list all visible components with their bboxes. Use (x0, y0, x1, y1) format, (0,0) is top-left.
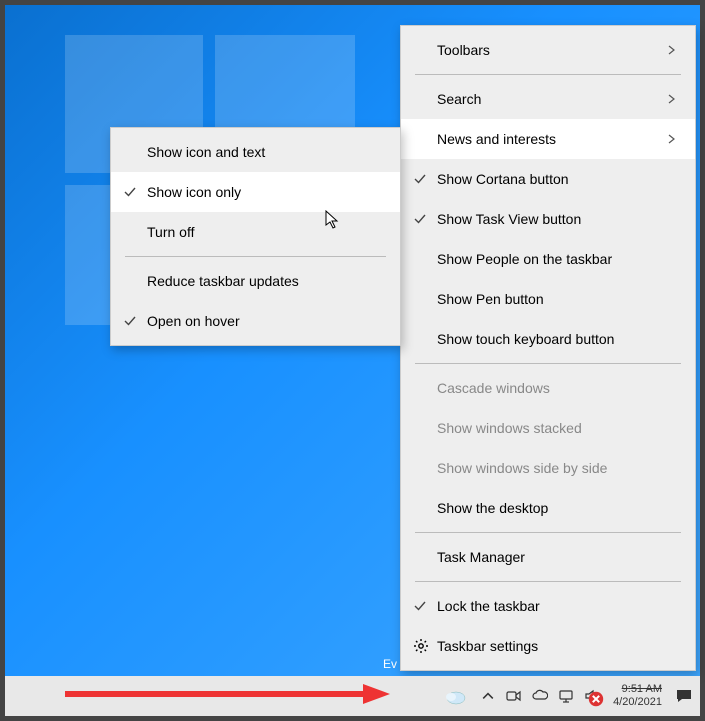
separator (415, 532, 681, 533)
menu-people[interactable]: Show People on the taskbar (401, 239, 695, 279)
menu-label: Lock the taskbar (437, 598, 677, 614)
network-icon[interactable] (557, 687, 575, 705)
menu-label: Show windows side by side (437, 460, 677, 476)
separator (415, 581, 681, 582)
chevron-right-icon (667, 42, 677, 58)
menu-task-manager[interactable]: Task Manager (401, 537, 695, 577)
menu-label: News and interests (437, 131, 667, 147)
menu-cortana[interactable]: Show Cortana button (401, 159, 695, 199)
meet-now-icon[interactable] (505, 687, 523, 705)
menu-label: Show windows stacked (437, 420, 677, 436)
news-interests-submenu: Show icon and text Show icon only Turn o… (110, 127, 401, 346)
menu-cascade: Cascade windows (401, 368, 695, 408)
menu-stacked: Show windows stacked (401, 408, 695, 448)
onedrive-icon[interactable] (531, 687, 549, 705)
clock-date: 4/20/2021 (613, 696, 662, 709)
tray-chevron-up-icon[interactable] (479, 687, 497, 705)
menu-lock-taskbar[interactable]: Lock the taskbar (401, 586, 695, 626)
menu-label: Show Task View button (437, 211, 677, 227)
chevron-right-icon (667, 131, 677, 147)
menu-label: Show Cortana button (437, 171, 677, 187)
news-weather-icon[interactable] (441, 683, 471, 709)
menu-label: Toolbars (437, 42, 667, 58)
submenu-icon-text[interactable]: Show icon and text (111, 132, 400, 172)
menu-label: Taskbar settings (437, 638, 677, 654)
menu-label: Open on hover (147, 313, 382, 329)
menu-label: Show People on the taskbar (437, 251, 677, 267)
check-icon (123, 314, 147, 328)
submenu-open-on-hover[interactable]: Open on hover (111, 301, 400, 341)
chevron-right-icon (667, 91, 677, 107)
menu-news-interests[interactable]: News and interests (401, 119, 695, 159)
gear-icon (413, 638, 437, 654)
menu-label: Turn off (147, 224, 382, 240)
menu-label: Show icon only (147, 184, 382, 200)
menu-taskview[interactable]: Show Task View button (401, 199, 695, 239)
submenu-reduce-updates[interactable]: Reduce taskbar updates (111, 261, 400, 301)
menu-touch-keyboard[interactable]: Show touch keyboard button (401, 319, 695, 359)
check-icon (413, 172, 437, 186)
menu-show-desktop[interactable]: Show the desktop (401, 488, 695, 528)
menu-sidebyside: Show windows side by side (401, 448, 695, 488)
submenu-icon-only[interactable]: Show icon only (111, 172, 400, 212)
menu-label: Show the desktop (437, 500, 677, 516)
taskbar-context-menu: Toolbars Search News and interests Show … (400, 25, 696, 671)
submenu-turn-off[interactable]: Turn off (111, 212, 400, 252)
menu-label: Search (437, 91, 667, 107)
check-icon (123, 185, 147, 199)
menu-label: Cascade windows (437, 380, 677, 396)
menu-label: Show icon and text (147, 144, 382, 160)
check-icon (413, 599, 437, 613)
separator (125, 256, 386, 257)
menu-label: Show touch keyboard button (437, 331, 677, 347)
menu-label: Show Pen button (437, 291, 677, 307)
menu-label: Reduce taskbar updates (147, 273, 382, 289)
menu-search[interactable]: Search (401, 79, 695, 119)
taskbar-clock[interactable]: 9:51 AM 4/20/2021 (609, 683, 666, 709)
separator (415, 363, 681, 364)
cursor-icon (325, 210, 341, 233)
watermark-text: Ev (383, 657, 397, 671)
menu-toolbars[interactable]: Toolbars (401, 30, 695, 70)
volume-icon[interactable] (583, 687, 601, 705)
action-center-icon[interactable] (674, 686, 694, 706)
separator (415, 74, 681, 75)
menu-taskbar-settings[interactable]: Taskbar settings (401, 626, 695, 666)
annotation-arrow-icon (65, 684, 390, 704)
check-icon (413, 212, 437, 226)
menu-label: Task Manager (437, 549, 677, 565)
clock-time: 9:51 AM (613, 683, 662, 696)
menu-pen[interactable]: Show Pen button (401, 279, 695, 319)
